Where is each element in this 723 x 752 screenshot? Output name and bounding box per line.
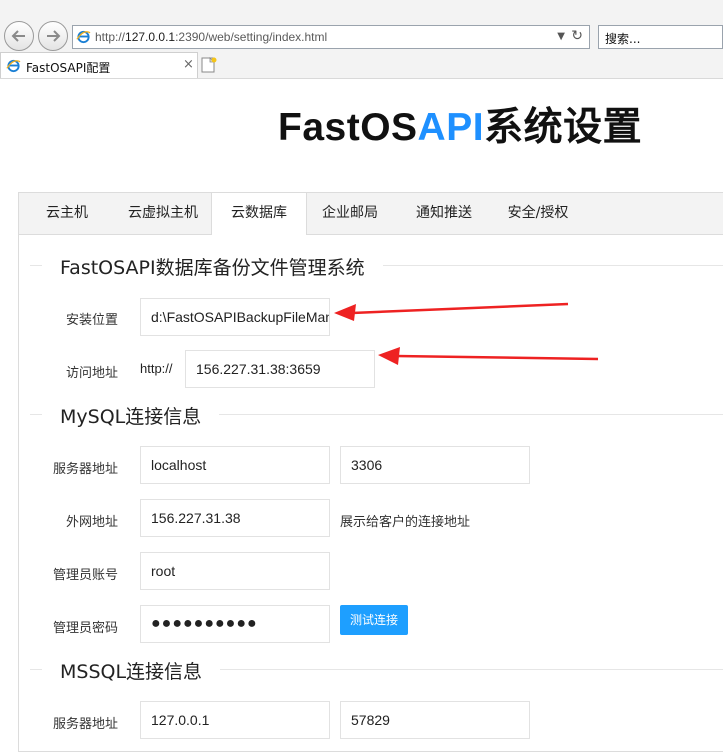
access-address-label: 访问地址 [66,366,119,381]
new-tab-icon[interactable] [199,55,219,75]
tab-cloud-database[interactable]: 云数据库 [211,193,307,235]
mssql-section-title: MSSQL连接信息 [42,657,221,684]
tab-cloud-virtual-host[interactable]: 云虚拟主机 [115,193,211,234]
tab-title: FastOSAPI配置 [26,61,111,75]
forward-arrow-icon [47,30,61,42]
address-dropdown-icon[interactable]: ▼ [557,31,565,42]
tab-enterprise-mail[interactable]: 企业邮局 [306,193,394,234]
tab-security-license[interactable]: 安全/授权 [494,193,582,234]
mysql-public-address-input[interactable]: 156.227.31.38 [140,499,330,537]
tab-notification-push[interactable]: 通知推送 [394,193,494,234]
address-url: http://127.0.0.1:2390/web/setting/index.… [95,30,328,44]
mysql-password-input[interactable]: ●●●●●●●●●● [140,605,330,643]
tab-cloud-host[interactable]: 云主机 [19,193,115,234]
mysql-section-title: MySQL连接信息 [42,402,220,429]
forward-button[interactable] [38,21,68,51]
search-placeholder: 搜索... [605,32,641,46]
tab-ie-icon [6,59,21,73]
access-address-input[interactable]: 156.227.31.38:3659 [185,350,375,388]
back-button[interactable] [4,21,34,51]
red-arrow-icon [334,302,569,321]
mysql-admin-input[interactable]: root [140,552,330,590]
browser-chrome: http://127.0.0.1:2390/web/setting/index.… [0,0,723,79]
test-connection-button[interactable]: 测试连接 [340,605,408,635]
mysql-section-header: MySQL连接信息 [30,402,723,429]
search-box[interactable]: 搜索... [598,25,723,49]
install-location-input[interactable]: d:\FastOSAPIBackupFileManager [140,298,330,336]
backup-section-title: FastOSAPI数据库备份文件管理系统 [42,253,383,280]
refresh-icon[interactable]: ↻ [571,28,583,44]
install-location-label: 安装位置 [66,313,119,328]
backup-section-header: FastOSAPI数据库备份文件管理系统 [30,253,723,280]
browser-tab[interactable]: FastOSAPI配置 × [0,52,198,78]
ie-logo-icon [76,30,91,44]
mysql-admin-label: 管理员账号 [53,568,119,583]
mssql-port-input[interactable]: 57829 [340,701,530,739]
mssql-server-input[interactable]: 127.0.0.1 [140,701,330,739]
mysql-port-input[interactable]: 3306 [340,446,530,484]
mysql-public-address-label: 外网地址 [66,515,119,530]
back-arrow-icon [11,30,25,42]
mssql-server-label: 服务器地址 [53,717,119,732]
mysql-public-address-note: 展示给客户的连接地址 [340,515,471,530]
mssql-section-header: MSSQL连接信息 [30,657,723,684]
red-arrow-icon [378,347,599,365]
mysql-server-label: 服务器地址 [53,462,119,477]
mysql-server-input[interactable]: localhost [140,446,330,484]
mysql-password-label: 管理员密码 [53,621,119,636]
access-address-prefix: http:// [140,361,173,376]
tab-close-icon[interactable]: × [183,57,194,72]
address-bar[interactable]: http://127.0.0.1:2390/web/setting/index.… [72,25,590,49]
page-title: FastOSAPI系统设置 [278,106,643,149]
tab-bar: 云主机 云虚拟主机 云数据库 企业邮局 通知推送 安全/授权 [19,193,723,235]
